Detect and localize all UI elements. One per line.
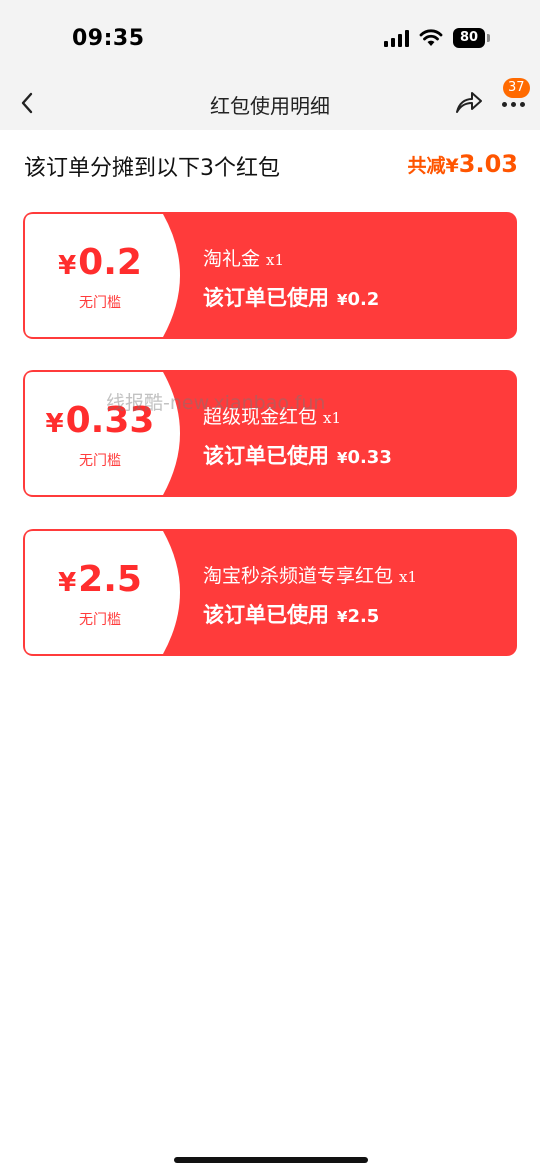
status-icons: 80 bbox=[384, 28, 490, 48]
summary-row: 该订单分摊到以下3个红包 共减¥3.03 bbox=[24, 150, 518, 181]
red-packet-value-area: ¥0.2 无门槛 bbox=[25, 214, 215, 337]
used-label: 该订单已使用 bbox=[203, 444, 329, 468]
nav-bar: 红包使用明细 bbox=[0, 76, 540, 130]
packet-name: 超级现金红包 x1 bbox=[203, 402, 341, 429]
packet-amount: ¥2.5 bbox=[25, 559, 175, 600]
packet-qty: x1 bbox=[323, 409, 342, 427]
used-amount: 2.5 bbox=[347, 606, 380, 627]
amount-value: 0.33 bbox=[65, 400, 155, 441]
total-discount: 共减¥3.03 bbox=[408, 150, 518, 178]
used-label: 该订单已使用 bbox=[203, 286, 329, 310]
packet-amount: ¥0.2 bbox=[25, 242, 175, 283]
share-icon bbox=[456, 92, 482, 113]
red-packet-card[interactable]: ¥2.5 无门槛 淘宝秒杀频道专享红包 x1 该订单已使用 ¥2.5 bbox=[23, 529, 517, 656]
message-badge: 37 bbox=[503, 78, 530, 98]
status-bar: 09:35 80 bbox=[0, 0, 540, 76]
packet-qty: x1 bbox=[399, 568, 418, 586]
packet-name: 淘宝秒杀频道专享红包 x1 bbox=[203, 561, 417, 588]
battery-level: 80 bbox=[453, 28, 485, 48]
packet-used: 该订单已使用 ¥0.33 bbox=[203, 440, 392, 470]
amount-value: 2.5 bbox=[78, 559, 142, 600]
total-discount-label: 共减¥ bbox=[407, 155, 459, 177]
wifi-icon bbox=[419, 29, 443, 46]
red-packet-value-area: ¥0.33 无门槛 bbox=[25, 372, 215, 495]
used-amount: 0.33 bbox=[347, 447, 392, 468]
threshold-label: 无门槛 bbox=[79, 453, 121, 469]
cellular-signal-icon bbox=[384, 29, 409, 47]
packet-qty: x1 bbox=[266, 251, 285, 269]
currency-symbol: ¥ bbox=[45, 409, 64, 439]
share-button[interactable] bbox=[454, 88, 488, 118]
used-amount: 0.2 bbox=[347, 289, 380, 310]
packet-name-text: 淘宝秒杀频道专享红包 bbox=[203, 565, 394, 587]
home-indicator[interactable] bbox=[174, 1157, 368, 1163]
packet-used: 该订单已使用 ¥2.5 bbox=[203, 599, 379, 629]
packet-used: 该订单已使用 ¥0.2 bbox=[203, 282, 379, 312]
total-discount-amount: 3.03 bbox=[458, 150, 518, 178]
summary-text: 该订单分摊到以下3个红包 bbox=[24, 156, 280, 181]
packet-name-text: 淘礼金 bbox=[203, 248, 261, 270]
packet-amount: ¥0.33 bbox=[25, 400, 175, 441]
packet-name: 淘礼金 x1 bbox=[203, 244, 284, 271]
red-packet-card[interactable]: ¥0.2 无门槛 淘礼金 x1 该订单已使用 ¥0.2 bbox=[23, 212, 517, 339]
threshold-label: 无门槛 bbox=[79, 295, 121, 311]
used-currency: ¥ bbox=[337, 608, 348, 626]
currency-symbol: ¥ bbox=[58, 568, 77, 598]
more-dots-icon bbox=[501, 101, 507, 107]
used-label: 该订单已使用 bbox=[203, 603, 329, 627]
battery-icon: 80 bbox=[453, 28, 490, 48]
status-time: 09:35 bbox=[72, 26, 145, 51]
packet-name-text: 超级现金红包 bbox=[203, 406, 318, 428]
amount-value: 0.2 bbox=[78, 242, 142, 283]
threshold-label: 无门槛 bbox=[79, 612, 121, 628]
currency-symbol: ¥ bbox=[58, 251, 77, 281]
used-currency: ¥ bbox=[337, 449, 348, 467]
red-packet-value-area: ¥2.5 无门槛 bbox=[25, 531, 215, 654]
used-currency: ¥ bbox=[337, 291, 348, 309]
red-packet-card[interactable]: ¥0.33 无门槛 超级现金红包 x1 该订单已使用 ¥0.33 bbox=[23, 370, 517, 497]
